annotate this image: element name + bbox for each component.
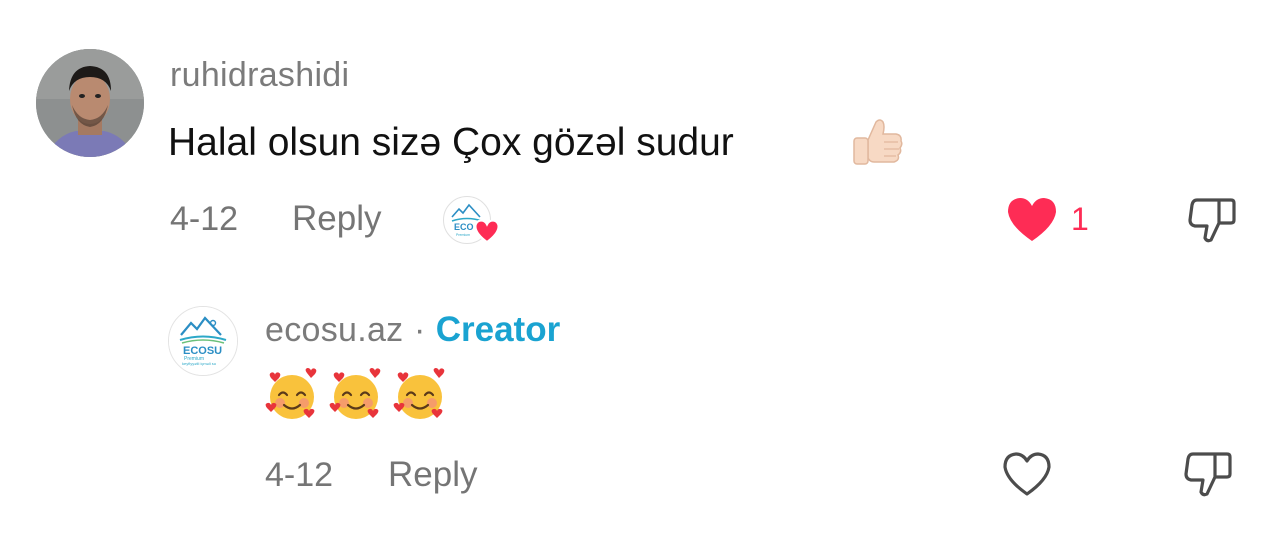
- smiling-face-with-hearts-icon: [329, 368, 381, 419]
- reply-date: 4-12: [265, 456, 334, 494]
- reply-username[interactable]: ecosu.az: [265, 311, 403, 349]
- comment-date: 4-12: [170, 200, 239, 238]
- like-count: 1: [1071, 201, 1089, 237]
- like-heart-icon[interactable]: [1005, 195, 1059, 243]
- smiling-face-with-hearts-icon: [393, 368, 445, 419]
- smiling-face-with-hearts-icon: [265, 368, 317, 419]
- reply-dislike-icon[interactable]: [1183, 450, 1233, 498]
- svg-text:Premium: Premium: [456, 233, 470, 237]
- svg-text:ECO: ECO: [454, 222, 474, 232]
- user-avatar[interactable]: [36, 49, 144, 157]
- thumbs-up-icon: [846, 112, 906, 172]
- reply-reply-button[interactable]: Reply: [388, 455, 477, 495]
- comment-text-body: Halal olsun sizə Çox gözəl sudur: [168, 121, 734, 164]
- comment-username[interactable]: ruhidrashidi: [170, 56, 349, 95]
- reply-like-heart-icon[interactable]: [1001, 450, 1053, 498]
- dislike-icon[interactable]: [1187, 196, 1237, 244]
- reply-button[interactable]: Reply: [292, 199, 381, 239]
- brand-logo-tagline: keyfiyyətli içməli su: [182, 361, 216, 366]
- username-separator: ·: [413, 311, 426, 349]
- creator-avatar[interactable]: ECOSU Premium keyfiyyətli içməli su: [168, 306, 238, 376]
- reply-emoji-row: [265, 368, 447, 422]
- creator-badge: Creator: [435, 310, 561, 349]
- creator-heart-icon: [473, 218, 501, 244]
- reply-header: ecosu.az · Creator: [265, 310, 560, 350]
- comment-text: Halal olsun sizə Çox gözəl sudur: [168, 121, 734, 165]
